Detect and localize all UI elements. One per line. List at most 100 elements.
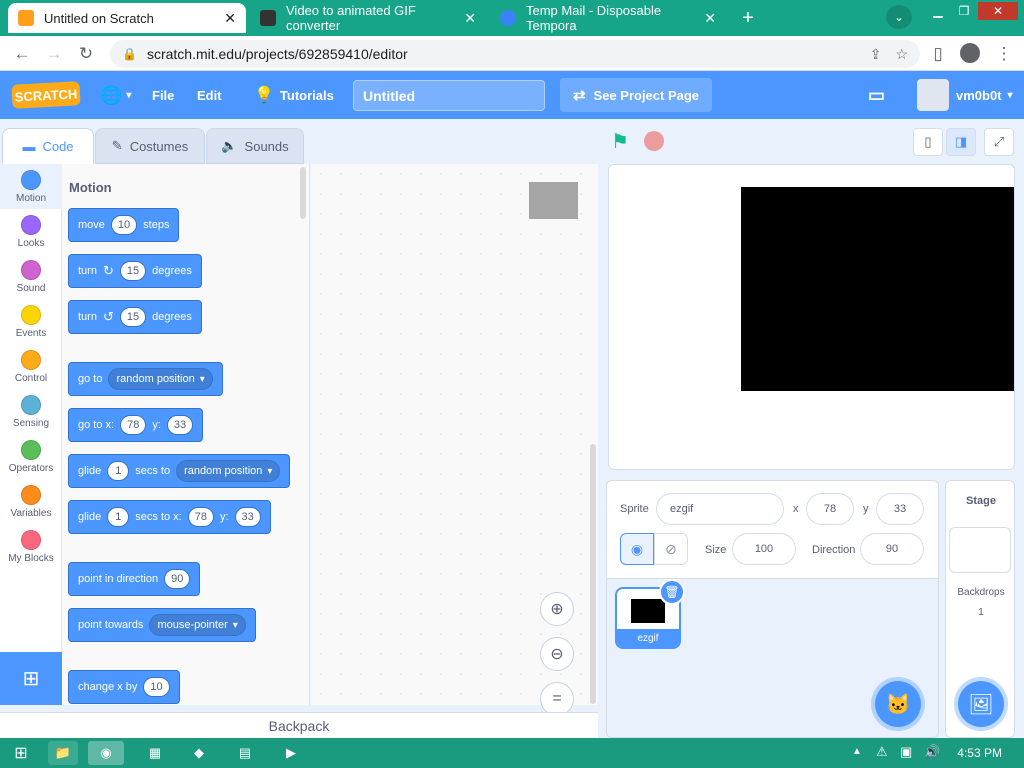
category-motion[interactable]: Motion bbox=[0, 164, 62, 209]
block-point-towards[interactable]: point towards mouse-pointer bbox=[68, 608, 256, 642]
restore-icon[interactable]: ❐ bbox=[952, 2, 976, 20]
category-operators[interactable]: Operators bbox=[0, 434, 62, 479]
block-turn-right[interactable]: turn ↻ 15 degrees bbox=[68, 254, 202, 288]
zoom-out-icon[interactable]: ⊖ bbox=[540, 637, 574, 671]
user-avatar[interactable] bbox=[917, 79, 949, 111]
notepad-icon[interactable]: ▤ bbox=[230, 741, 260, 765]
block-go-to-xy[interactable]: go to x: 78 y: 33 bbox=[68, 408, 204, 442]
category-sensing[interactable]: Sensing bbox=[0, 389, 62, 434]
backpack-bar[interactable]: Backpack bbox=[0, 712, 598, 738]
x-input[interactable]: 78 bbox=[187, 507, 214, 527]
stop-sign-icon[interactable] bbox=[644, 131, 664, 151]
category-variables[interactable]: Variables bbox=[0, 479, 62, 524]
script-workspace[interactable]: ⊕ ⊖ = bbox=[311, 164, 598, 716]
workspace-scrollbar[interactable] bbox=[590, 444, 596, 704]
minimize-icon[interactable]: ▁ bbox=[926, 2, 950, 20]
category-looks[interactable]: Looks bbox=[0, 209, 62, 254]
more-menu-icon[interactable]: ⋮ bbox=[992, 42, 1016, 66]
url-field[interactable]: 🔒 scratch.mit.edu/projects/692859410/edi… bbox=[110, 40, 920, 68]
tray-chevron-up-icon[interactable]: ▲ bbox=[852, 746, 862, 757]
network-error-icon[interactable]: ⚠ bbox=[876, 744, 888, 760]
choose-backdrop-icon[interactable]: 🖼 bbox=[958, 681, 1004, 727]
tab-scratch[interactable]: Untitled on Scratch ✕ bbox=[8, 3, 246, 33]
degrees-input[interactable]: 15 bbox=[119, 261, 147, 281]
side-panel-icon[interactable]: ▯ bbox=[926, 42, 950, 66]
file-explorer-icon[interactable]: 📁 bbox=[48, 741, 78, 765]
fullscreen-icon[interactable]: ⤢ bbox=[984, 128, 1014, 156]
chrome-icon[interactable]: ◉ bbox=[88, 741, 124, 765]
block-go-to[interactable]: go to random position bbox=[68, 362, 223, 396]
stage-sprite-ezgif[interactable] bbox=[741, 187, 1014, 391]
profile-avatar-icon[interactable] bbox=[960, 43, 980, 63]
block-change-x[interactable]: change x by 10 bbox=[68, 670, 180, 704]
category-control[interactable]: Control bbox=[0, 344, 62, 389]
username-menu[interactable]: vm0b0t ▾ bbox=[956, 71, 1013, 119]
close-tab-icon[interactable]: ✕ bbox=[224, 10, 236, 27]
reload-icon[interactable]: ↻ bbox=[74, 42, 98, 66]
see-project-page-button[interactable]: ⇄ See Project Page bbox=[560, 78, 712, 112]
block-turn-left[interactable]: turn ↺ 15 degrees bbox=[68, 300, 202, 334]
language-globe-icon[interactable]: 🌐 ▾ bbox=[100, 71, 131, 119]
close-tab-icon[interactable]: ✕ bbox=[704, 10, 716, 27]
size-input[interactable]: 100 bbox=[732, 533, 796, 565]
edit-menu[interactable]: Edit bbox=[197, 71, 222, 119]
tab-costumes[interactable]: ✎ Costumes bbox=[95, 128, 205, 164]
scratch-logo[interactable]: SCRATCH bbox=[11, 81, 81, 109]
zoom-in-icon[interactable]: ⊕ bbox=[540, 592, 574, 626]
security-shield-icon[interactable]: ◆ bbox=[184, 741, 214, 765]
category-sound[interactable]: Sound bbox=[0, 254, 62, 299]
tab-temp-mail[interactable]: Temp Mail - Disposable Tempora ✕ bbox=[490, 3, 726, 33]
tab-search-chevron-icon[interactable]: ⌄ bbox=[886, 5, 912, 29]
volume-icon[interactable]: 🔊 bbox=[924, 744, 940, 760]
glide-target-dropdown[interactable]: random position bbox=[176, 460, 281, 482]
tab-code[interactable]: ▬ Code bbox=[2, 128, 94, 164]
file-menu[interactable]: File bbox=[152, 71, 174, 119]
project-title-input[interactable]: Untitled bbox=[353, 80, 545, 111]
network-icon[interactable]: ▣ bbox=[900, 744, 912, 760]
direction-input[interactable]: 90 bbox=[164, 569, 191, 589]
show-sprite-eye-icon[interactable]: ◉ bbox=[620, 533, 654, 565]
steps-input[interactable]: 10 bbox=[110, 215, 138, 235]
stage-backdrop-thumbnail[interactable] bbox=[949, 527, 1011, 573]
y-input[interactable]: 33 bbox=[234, 507, 261, 527]
back-arrow-icon[interactable]: ← bbox=[10, 42, 34, 66]
category-my-blocks[interactable]: My Blocks bbox=[0, 524, 62, 569]
close-tab-icon[interactable]: ✕ bbox=[464, 10, 476, 27]
delete-sprite-trash-icon[interactable]: 🗑 bbox=[659, 579, 685, 605]
block-point-in-direction[interactable]: point in direction 90 bbox=[68, 562, 201, 596]
block-move-steps[interactable]: move 10 steps bbox=[68, 208, 180, 242]
secs-input[interactable]: 1 bbox=[107, 507, 130, 527]
stage-target-pane[interactable]: Stage Backdrops 1 🖼 bbox=[945, 480, 1015, 738]
y-input[interactable]: 33 bbox=[166, 415, 194, 435]
block-glide-to[interactable]: glide 1 secs to random position bbox=[68, 454, 291, 488]
my-stuff-folder-icon[interactable]: ▭ bbox=[868, 71, 885, 119]
green-flag-icon[interactable]: ⚑ bbox=[611, 129, 633, 153]
windows-start-icon[interactable]: ⊞ bbox=[6, 741, 36, 765]
zoom-reset-icon[interactable]: = bbox=[540, 682, 574, 716]
small-stage-icon[interactable]: ▯ bbox=[913, 128, 943, 156]
normal-stage-icon[interactable]: ◨ bbox=[946, 128, 976, 156]
share-icon[interactable]: ⇪ bbox=[870, 46, 882, 63]
new-tab-plus-icon[interactable]: + bbox=[734, 5, 762, 31]
taskbar-clock[interactable]: 4:53 PM bbox=[957, 738, 1002, 768]
bookmark-star-icon[interactable]: ☆ bbox=[895, 46, 908, 63]
x-input[interactable]: 78 bbox=[120, 415, 147, 435]
sprite-name-input[interactable]: ezgif bbox=[656, 493, 784, 525]
category-events[interactable]: Events bbox=[0, 299, 62, 344]
close-window-icon[interactable]: ✕ bbox=[978, 2, 1018, 20]
add-extension-button[interactable]: ⊞ bbox=[0, 652, 62, 705]
forward-arrow-icon[interactable]: → bbox=[42, 42, 66, 66]
palette-scrollbar[interactable] bbox=[300, 167, 306, 219]
towards-target-dropdown[interactable]: mouse-pointer bbox=[149, 614, 246, 636]
windows-app-icon[interactable]: ▦ bbox=[140, 741, 170, 765]
y-input[interactable]: 33 bbox=[876, 493, 924, 525]
secs-input[interactable]: 1 bbox=[107, 461, 130, 481]
change-x-input[interactable]: 10 bbox=[143, 677, 170, 697]
tab-sounds[interactable]: 🔈 Sounds bbox=[206, 128, 304, 164]
direction-input[interactable]: 90 bbox=[860, 533, 924, 565]
hide-sprite-eye-slash-icon[interactable]: ⊘ bbox=[654, 533, 688, 565]
x-input[interactable]: 78 bbox=[806, 493, 854, 525]
tutorials-button[interactable]: 💡 Tutorials bbox=[254, 71, 334, 119]
block-glide-to-xy[interactable]: glide 1 secs to x: 78 y: 33 bbox=[68, 500, 271, 534]
goto-target-dropdown[interactable]: random position bbox=[108, 368, 213, 390]
